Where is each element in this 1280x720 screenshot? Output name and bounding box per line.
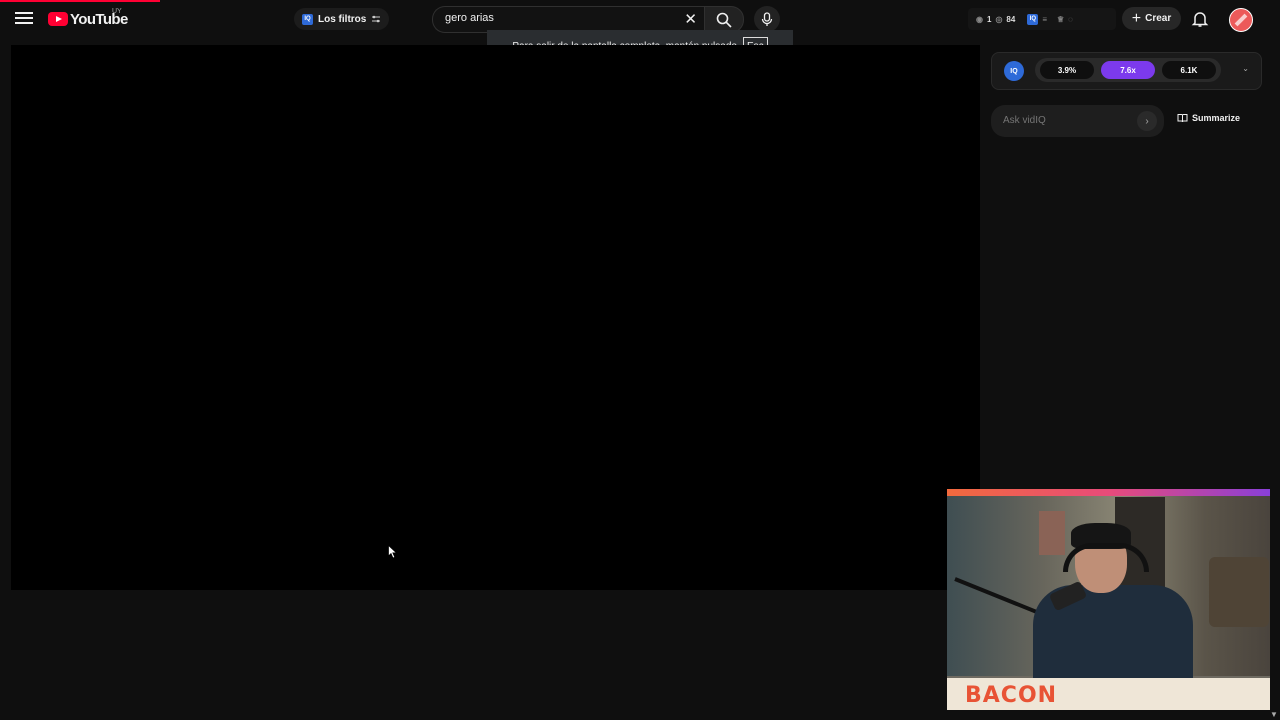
mouse-cursor-icon [388, 545, 397, 559]
clear-icon[interactable]: ✕ [684, 10, 697, 28]
menu-icon[interactable] [14, 9, 34, 29]
create-label: Crear [1145, 13, 1172, 24]
webcam-chair [1209, 557, 1269, 627]
banner-text: BACON [965, 683, 1058, 708]
voice-search-button[interactable] [754, 6, 780, 32]
ask-vidiq-input[interactable] [1001, 114, 1125, 127]
chevron-down-icon[interactable]: ⌄ [1242, 64, 1249, 73]
webcam-top-gradient [947, 489, 1270, 496]
list-icon[interactable]: ≡ [1042, 15, 1047, 24]
summarize-button[interactable]: Summarize [1177, 113, 1240, 123]
vidiq-logo[interactable]: IQ [1004, 61, 1024, 81]
ask-vidiq-box: › [991, 105, 1164, 137]
summarize-label: Summarize [1192, 113, 1241, 123]
video-player[interactable] [11, 45, 980, 590]
stat-likes: 1 [986, 14, 992, 24]
bell-icon[interactable] [1190, 9, 1210, 29]
region-code: UY [112, 8, 122, 15]
vidiq-stats-pill[interactable]: ◉ 1 ◎ 84 IQ ≡ ♕ ◌ [968, 8, 1116, 30]
search-box: ✕ [432, 6, 705, 33]
avatar[interactable] [1229, 8, 1253, 32]
webcam-overlay: BACON [947, 489, 1270, 710]
award-icon[interactable]: ♕ [1057, 15, 1064, 24]
search-icon [716, 12, 732, 28]
mic-icon [761, 11, 773, 26]
filters-label: Los filtros [318, 13, 367, 25]
youtube-logo[interactable]: YouTube UY [48, 8, 128, 28]
search-input[interactable] [443, 11, 677, 25]
eye-icon: ◉ [976, 14, 983, 24]
chevron-right-icon[interactable]: › [1137, 111, 1157, 131]
webcam-poster [1039, 511, 1065, 555]
vidiq-small-logo: IQ [1027, 13, 1039, 25]
plus-icon: + [1131, 9, 1142, 27]
metric-views-per-hour[interactable]: 6.1K [1162, 61, 1216, 79]
youtube-logo-icon [48, 12, 68, 26]
create-button[interactable]: + Crear [1122, 7, 1181, 30]
webcam-banner: BACON [947, 678, 1270, 710]
metric-engagement[interactable]: 3.9% [1040, 61, 1094, 79]
metric-outlier[interactable]: 7.6x [1101, 61, 1155, 79]
search-button[interactable] [704, 6, 744, 33]
vidiq-metrics-bar: IQ 3.9% 7.6x 6.1K ⌄ [991, 52, 1262, 90]
filters-button[interactable]: IQ Los filtros [294, 8, 390, 30]
vidiq-filter-logo: IQ [302, 13, 313, 25]
chat-icon[interactable]: ◌ [1068, 15, 1073, 24]
webcam-headphones [1063, 543, 1149, 572]
stat-views: 84 [1006, 14, 1016, 24]
eye-icon: ◎ [995, 14, 1003, 24]
filter-icon [372, 15, 381, 23]
scroll-down-icon[interactable]: ▼ [1270, 710, 1278, 719]
vidiq-metric-group: 3.9% 7.6x 6.1K [1035, 58, 1221, 82]
book-icon [1177, 114, 1188, 123]
